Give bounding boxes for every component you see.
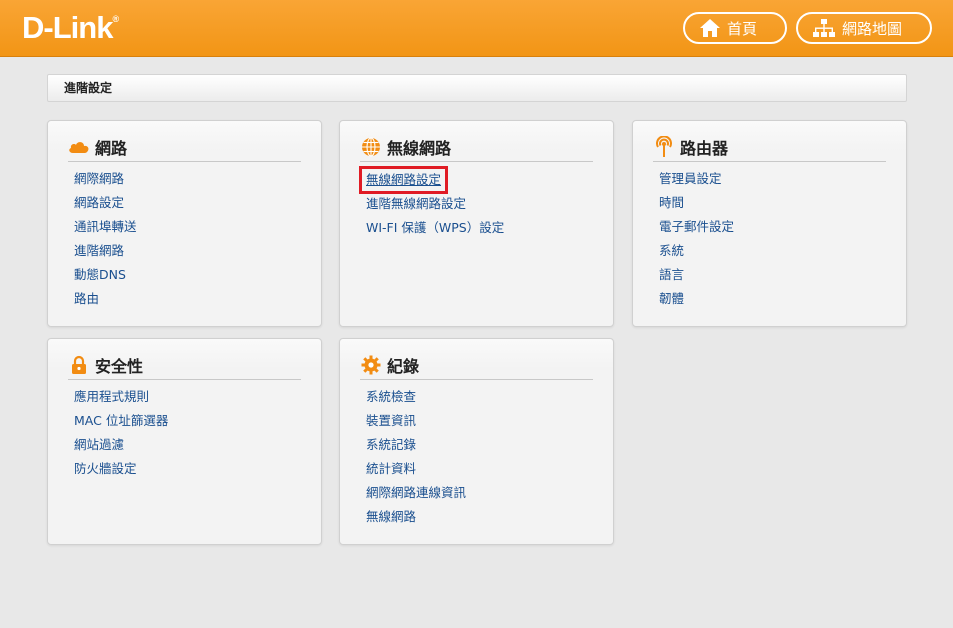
link-device-info[interactable]: 裝置資訊 xyxy=(366,411,466,435)
security-panel: 安全性 應用程式規則 MAC 位址篩選器 網站過濾 防火牆設定 xyxy=(47,338,322,545)
link-wireless-settings[interactable]: 無線網路設定 xyxy=(358,166,449,194)
home-label: 首頁 xyxy=(727,19,758,38)
link-port-forwarding[interactable]: 通訊埠轉送 xyxy=(74,217,137,241)
link-language[interactable]: 語言 xyxy=(659,265,734,289)
logs-panel: 紀錄 系統檢查 裝置資訊 系統記錄 統計資料 網際網路連線資訊 無線網路 xyxy=(339,338,614,545)
network-panel: 網路 網際網路 網路設定 通訊埠轉送 進階網路 動態DNS 路由 xyxy=(47,120,322,327)
dlink-logo: D-Link® xyxy=(22,10,119,45)
link-admin-settings[interactable]: 管理員設定 xyxy=(659,169,734,193)
antenna-icon xyxy=(653,135,675,158)
top-bar: D-Link® 首頁 網路地圖 xyxy=(0,0,953,57)
gear-icon xyxy=(360,354,382,376)
network-map-icon xyxy=(813,19,835,37)
home-icon xyxy=(700,19,720,37)
router-panel-title: 路由器 xyxy=(653,132,886,162)
link-advanced-wireless[interactable]: 進階無線網路設定 xyxy=(366,194,504,218)
network-links: 網際網路 網路設定 通訊埠轉送 進階網路 動態DNS 路由 xyxy=(74,169,137,313)
wireless-panel-title: 無線網路 xyxy=(360,132,593,162)
network-map-label: 網路地圖 xyxy=(842,19,903,38)
link-statistics[interactable]: 統計資料 xyxy=(366,459,466,483)
link-routing[interactable]: 路由 xyxy=(74,289,137,313)
network-panel-title: 網路 xyxy=(68,132,301,162)
link-firmware[interactable]: 韌體 xyxy=(659,289,734,313)
link-advanced-network[interactable]: 進階網路 xyxy=(74,241,137,265)
cloud-icon xyxy=(68,136,90,158)
globe-icon xyxy=(360,136,382,158)
link-firewall-settings[interactable]: 防火牆設定 xyxy=(74,459,168,483)
breadcrumb: 進階設定 xyxy=(47,74,907,102)
link-application-rules[interactable]: 應用程式規則 xyxy=(74,387,168,411)
link-email-settings[interactable]: 電子郵件設定 xyxy=(659,217,734,241)
link-time[interactable]: 時間 xyxy=(659,193,734,217)
logs-panel-title: 紀錄 xyxy=(360,350,593,380)
wireless-panel: 無線網路 無線網路設定 進階無線網路設定 WI-FI 保護（WPS）設定 xyxy=(339,120,614,327)
link-dynamic-dns[interactable]: 動態DNS xyxy=(74,265,137,289)
link-system-check[interactable]: 系統檢查 xyxy=(366,387,466,411)
router-panel: 路由器 管理員設定 時間 電子郵件設定 系統 語言 韌體 xyxy=(632,120,907,327)
link-system[interactable]: 系統 xyxy=(659,241,734,265)
wireless-links: 無線網路設定 進階無線網路設定 WI-FI 保護（WPS）設定 xyxy=(358,166,504,242)
link-internet-connection-info[interactable]: 網際網路連線資訊 xyxy=(366,483,466,507)
security-links: 應用程式規則 MAC 位址篩選器 網站過濾 防火牆設定 xyxy=(74,387,168,483)
home-button[interactable]: 首頁 xyxy=(683,12,787,44)
link-wireless-info[interactable]: 無線網路 xyxy=(366,507,466,531)
link-internet[interactable]: 網際網路 xyxy=(74,169,137,193)
link-network-settings[interactable]: 網路設定 xyxy=(74,193,137,217)
link-wps-settings[interactable]: WI-FI 保護（WPS）設定 xyxy=(366,218,504,242)
link-website-filter[interactable]: 網站過濾 xyxy=(74,435,168,459)
lock-icon xyxy=(68,354,90,376)
router-links: 管理員設定 時間 電子郵件設定 系統 語言 韌體 xyxy=(659,169,734,313)
logs-links: 系統檢查 裝置資訊 系統記錄 統計資料 網際網路連線資訊 無線網路 xyxy=(366,387,466,531)
security-panel-title: 安全性 xyxy=(68,350,301,380)
link-system-log[interactable]: 系統記錄 xyxy=(366,435,466,459)
link-mac-filter[interactable]: MAC 位址篩選器 xyxy=(74,411,168,435)
network-map-button[interactable]: 網路地圖 xyxy=(796,12,932,44)
